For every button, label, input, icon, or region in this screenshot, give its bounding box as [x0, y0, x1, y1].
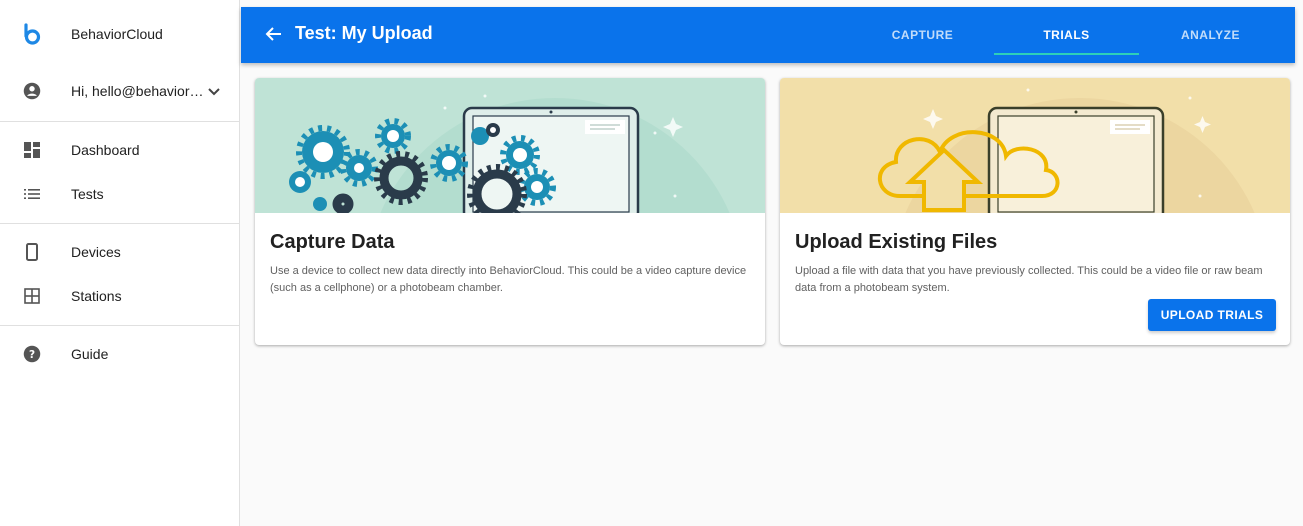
sidebar-divider: [0, 325, 240, 326]
user-menu[interactable]: Hi, hello@behaviorcloud.com: [0, 69, 240, 113]
app-bar: Test: My Upload CAPTURE TRIALS ANALYZE: [241, 7, 1295, 63]
sidebar-item-label: Stations: [71, 288, 122, 304]
sidebar-item-tests[interactable]: Tests: [0, 172, 240, 216]
brand-name: BehaviorCloud: [71, 26, 163, 42]
tab-analyze[interactable]: ANALYZE: [1138, 7, 1283, 63]
account-circle-icon: [22, 81, 42, 101]
app-root: BehaviorCloud Hi, hello@behaviorcloud.co…: [0, 0, 1303, 526]
upload-trials-button[interactable]: UPLOAD TRIALS: [1148, 299, 1276, 331]
list-icon: [22, 184, 42, 204]
sidebar-item-stations[interactable]: Stations: [0, 274, 240, 318]
tab-indicator: [994, 53, 1139, 55]
grid-icon: [22, 286, 42, 306]
tab-capture[interactable]: CAPTURE: [850, 7, 995, 63]
user-greeting: Hi, hello@behaviorcloud.com: [71, 83, 206, 99]
behaviorcloud-logo-icon: [22, 23, 42, 45]
card-description: Use a device to collect new data directl…: [270, 265, 747, 294]
upload-files-card[interactable]: Upload Existing Files Upload a file with…: [780, 78, 1290, 345]
dashboard-icon: [22, 140, 42, 160]
upload-illustration: [780, 78, 1290, 345]
sidebar-item-guide[interactable]: ? Guide: [0, 332, 240, 376]
capture-data-card[interactable]: Capture Data Use a device to collect new…: [255, 78, 765, 345]
chevron-down-icon[interactable]: [207, 85, 221, 97]
sidebar: BehaviorCloud Hi, hello@behaviorcloud.co…: [0, 0, 240, 526]
card-title: Upload Existing Files: [795, 231, 998, 253]
sidebar-item-label: Devices: [71, 244, 121, 260]
sidebar-item-label: Tests: [71, 186, 104, 202]
sidebar-divider: [0, 121, 240, 122]
phone-icon: [22, 242, 42, 262]
page-title: Test: My Upload: [295, 23, 433, 43]
help-icon: ?: [22, 344, 42, 364]
sidebar-item-label: Dashboard: [71, 142, 140, 158]
sidebar-item-devices[interactable]: Devices: [0, 230, 240, 274]
sidebar-item-dashboard[interactable]: Dashboard: [0, 128, 240, 172]
card-description: Upload a file with data that you have pr…: [795, 265, 1263, 294]
svg-text:?: ?: [29, 349, 35, 361]
sidebar-divider: [0, 223, 240, 224]
sidebar-item-label: Guide: [71, 346, 109, 362]
capture-illustration: [255, 78, 765, 345]
brand-row[interactable]: BehaviorCloud: [0, 12, 240, 56]
card-title: Capture Data: [270, 231, 395, 253]
back-arrow-icon[interactable]: [263, 23, 285, 45]
